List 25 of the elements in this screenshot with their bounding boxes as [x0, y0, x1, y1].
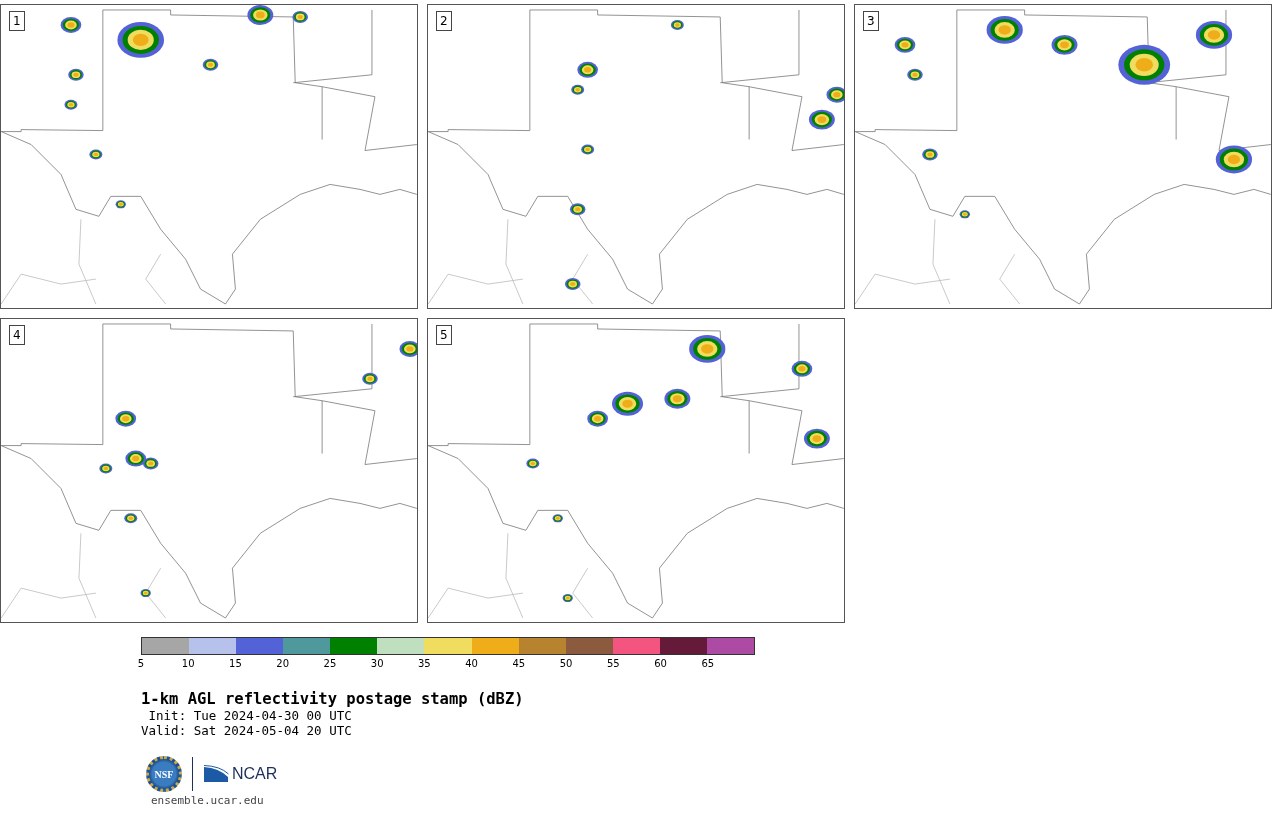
panel-number: 2	[436, 11, 452, 31]
tick-label: 55	[606, 658, 620, 670]
chart-title: 1-km AGL reflectivity postage stamp (dBZ)	[141, 690, 525, 708]
tick-label: 15	[229, 658, 242, 670]
swoosh-logo-icon	[203, 765, 229, 783]
panel-number: 5	[436, 325, 452, 345]
tick-label: 65	[701, 658, 715, 670]
panel-number: 3	[863, 11, 879, 31]
logo-text: NSF	[154, 768, 174, 780]
init-time: Init: Tue 2024-04-30 00 UTC	[147, 708, 353, 723]
tick-label: 20	[276, 658, 290, 670]
tick-label: 30	[370, 658, 384, 670]
tick-label: 35	[418, 658, 431, 670]
panel-number: 1	[9, 11, 25, 31]
tick-label: 45	[512, 658, 526, 670]
tick-label: 25	[323, 658, 337, 670]
tick-label: 10	[181, 658, 195, 670]
website-url: ensemble.ucar.edu	[150, 794, 265, 808]
tick-label: 5	[137, 658, 145, 670]
tick-label: 50	[559, 658, 573, 670]
tick-label: 60	[654, 658, 667, 670]
panel-number: 4	[9, 325, 25, 345]
logo-text: NCAR	[232, 765, 278, 783]
valid-time: Valid: Sat 2024-05-04 20 UTC	[141, 723, 353, 738]
tick-label: 40	[465, 658, 478, 670]
